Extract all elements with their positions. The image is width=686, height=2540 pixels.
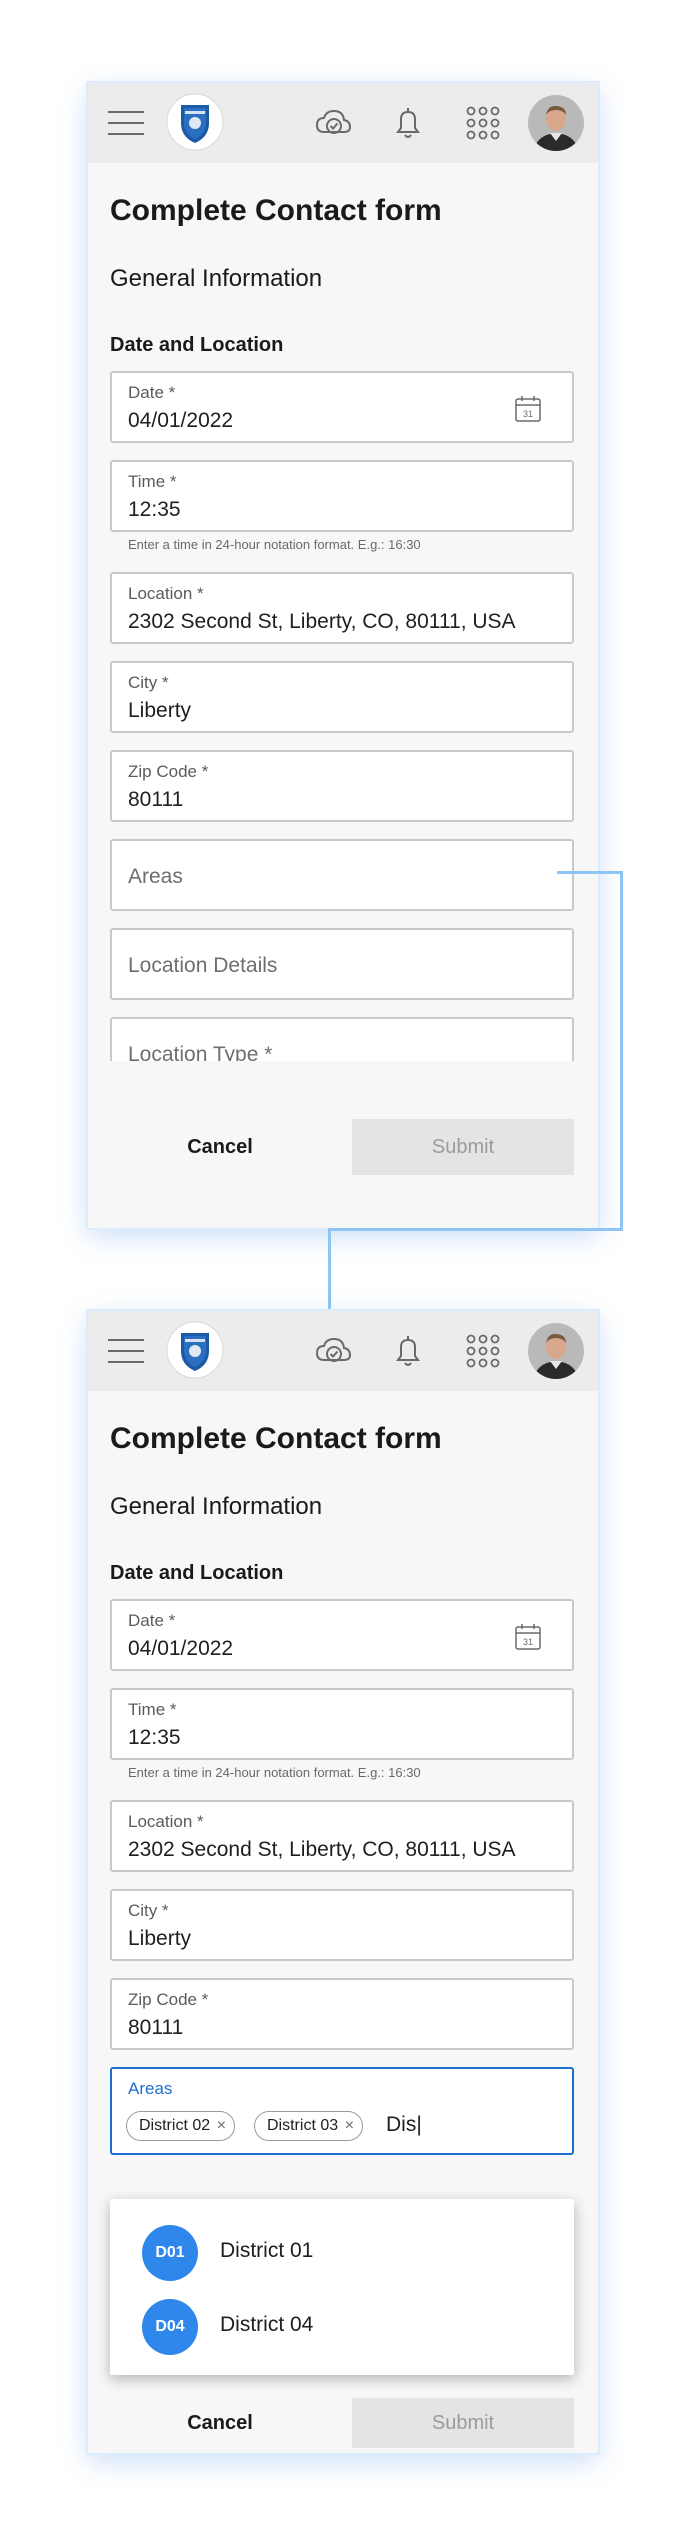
- date-value: 04/01/2022: [128, 409, 234, 432]
- flow-connector: [557, 871, 623, 874]
- flow-connector: [620, 871, 623, 1231]
- screen-1: Complete Contact form General Informatio…: [88, 83, 598, 1228]
- district-badge: D01: [142, 2225, 198, 2281]
- zip-code-field[interactable]: Zip Code * 80111: [110, 750, 574, 822]
- areas-placeholder: Areas: [128, 865, 183, 888]
- time-label: Time *: [128, 472, 177, 491]
- calendar-icon[interactable]: 31: [514, 395, 542, 423]
- remove-chip-icon[interactable]: ×: [345, 2112, 354, 2140]
- area-chip: District 02 ×: [126, 2111, 236, 2141]
- date-label: Date *: [128, 383, 176, 402]
- zip-code-value: 80111: [128, 788, 184, 811]
- location-label: Location *: [128, 584, 204, 603]
- area-chip-label: District 03: [267, 2117, 339, 2134]
- action-bar: Cancel Submit: [88, 1061, 598, 1228]
- city-label: City *: [128, 1901, 169, 1920]
- group-heading: Date and Location: [110, 334, 284, 356]
- bell-icon[interactable]: [388, 103, 428, 143]
- menu-icon[interactable]: [108, 1339, 144, 1363]
- dropdown-option[interactable]: D04 District 04: [110, 2285, 574, 2357]
- zip-code-field[interactable]: Zip Code * 80111: [110, 1978, 574, 2050]
- group-heading: Date and Location: [110, 1562, 284, 1584]
- location-field[interactable]: Location * 2302 Second St, Liberty, CO, …: [110, 572, 574, 644]
- page-title: Complete Contact form: [110, 1422, 442, 1455]
- top-app-bar: [88, 83, 598, 163]
- dropdown-option[interactable]: D01 District 01: [110, 2211, 574, 2283]
- city-field[interactable]: City * Liberty: [110, 661, 574, 733]
- date-field[interactable]: Date * 04/01/2022 31: [110, 1599, 574, 1671]
- area-chip-label: District 02: [139, 2117, 211, 2134]
- calendar-icon[interactable]: 31: [514, 1623, 542, 1651]
- top-app-bar: [88, 1311, 598, 1391]
- areas-label: Areas: [128, 2079, 173, 2098]
- menu-icon[interactable]: [108, 111, 144, 135]
- cancel-button[interactable]: Cancel: [110, 2398, 330, 2448]
- location-details-field[interactable]: Location Details: [110, 928, 574, 1000]
- bell-icon[interactable]: [388, 1331, 428, 1371]
- date-field[interactable]: Date * 04/01/2022 31: [110, 371, 574, 443]
- cloud-sync-icon[interactable]: [313, 103, 353, 143]
- location-label: Location *: [128, 1812, 204, 1831]
- page-title: Complete Contact form: [110, 194, 442, 227]
- areas-dropdown: D01 District 01 D04 District 04: [110, 2199, 574, 2375]
- city-label: City *: [128, 673, 169, 692]
- submit-button[interactable]: Submit: [352, 1119, 574, 1175]
- time-hint: Enter a time in 24-hour notation format.…: [128, 1765, 421, 1780]
- areas-input-text[interactable]: Dis|: [386, 2113, 422, 2137]
- areas-field[interactable]: Areas District 02 × District 03 × Dis|: [110, 2067, 574, 2155]
- police-logo-icon: [166, 93, 224, 151]
- time-label: Time *: [128, 1700, 177, 1719]
- time-field[interactable]: Time * 12:35: [110, 460, 574, 532]
- cancel-button[interactable]: Cancel: [110, 1119, 330, 1175]
- city-field[interactable]: City * Liberty: [110, 1889, 574, 1961]
- zip-code-value: 80111: [128, 2016, 184, 2039]
- screen-2: Complete Contact form General Informatio…: [88, 1311, 598, 2453]
- apps-grid-icon[interactable]: [463, 103, 503, 143]
- location-field[interactable]: Location * 2302 Second St, Liberty, CO, …: [110, 1800, 574, 1872]
- time-value: 12:35: [128, 498, 181, 521]
- zip-code-label: Zip Code *: [128, 762, 209, 781]
- submit-button[interactable]: Submit: [352, 2398, 574, 2448]
- time-field[interactable]: Time * 12:35: [110, 1688, 574, 1760]
- district-badge: D04: [142, 2299, 198, 2355]
- time-value: 12:35: [128, 1726, 181, 1749]
- location-value: 2302 Second St, Liberty, CO, 80111, USA: [128, 1838, 516, 1861]
- location-details-placeholder: Location Details: [128, 954, 278, 977]
- section-title: General Information: [110, 265, 323, 292]
- flow-connector: [328, 1228, 331, 1312]
- location-value: 2302 Second St, Liberty, CO, 80111, USA: [128, 610, 516, 633]
- date-value: 04/01/2022: [128, 1637, 234, 1660]
- avatar[interactable]: [528, 1323, 584, 1379]
- option-label: District 04: [220, 2313, 314, 2336]
- date-label: Date *: [128, 1611, 176, 1630]
- city-value: Liberty: [128, 699, 192, 722]
- section-title: General Information: [110, 1493, 323, 1520]
- apps-grid-icon[interactable]: [463, 1331, 503, 1371]
- time-hint: Enter a time in 24-hour notation format.…: [128, 537, 421, 552]
- police-logo-icon: [166, 1321, 224, 1379]
- option-label: District 01: [220, 2239, 314, 2262]
- svg-text:31: 31: [523, 1637, 533, 1647]
- flow-connector: [328, 1228, 623, 1231]
- svg-text:31: 31: [523, 409, 533, 419]
- avatar[interactable]: [528, 95, 584, 151]
- areas-field[interactable]: Areas: [110, 839, 574, 911]
- city-value: Liberty: [128, 1927, 192, 1950]
- zip-code-label: Zip Code *: [128, 1990, 209, 2009]
- remove-chip-icon[interactable]: ×: [217, 2112, 226, 2140]
- area-chip: District 03 ×: [254, 2111, 364, 2141]
- cloud-sync-icon[interactable]: [313, 1331, 353, 1371]
